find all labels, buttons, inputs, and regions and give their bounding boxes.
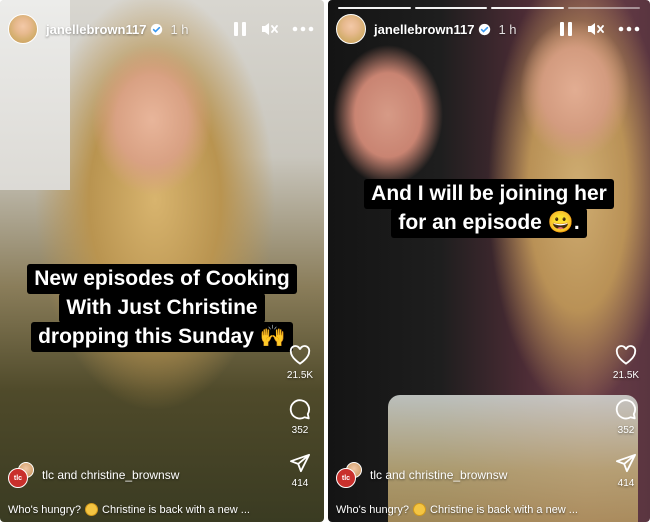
mute-icon[interactable] [260, 21, 278, 37]
heart-icon [289, 345, 311, 365]
description-start: Who's hungry? [8, 503, 82, 516]
smile-emoji-icon [85, 503, 99, 516]
collab-label[interactable]: tlc and christine_brownsw [370, 468, 507, 482]
heart-icon [615, 345, 637, 365]
post-time: 1 h [498, 21, 517, 37]
story-footer: tlc tlc and christine_brownsw Who's hung… [8, 462, 280, 516]
share-count: 414 [291, 478, 309, 489]
description-end[interactable]: Christine is back with a new ... [430, 504, 578, 516]
progress-segment [414, 7, 487, 9]
collab-avatar: tlc [8, 462, 34, 488]
smile-emoji-icon [413, 503, 427, 516]
story-video-left [0, 0, 324, 522]
story-description[interactable]: Who's hungry? Christine is back with a n… [8, 503, 280, 516]
mute-icon[interactable] [586, 21, 604, 37]
pause-icon[interactable] [560, 22, 572, 36]
like-button[interactable]: 21.5K [613, 345, 639, 381]
comment-button[interactable]: 352 [289, 398, 311, 436]
story-panel-right[interactable]: janellebrown117 1 h And I will be joinin… [328, 0, 650, 522]
story-video-right [328, 0, 650, 522]
action-bar: 21.5K 352 414 [282, 345, 318, 489]
share-count: 414 [617, 478, 635, 489]
story-caption: New episodes of Cooking With Just Christ… [0, 264, 324, 352]
story-panel-left[interactable]: janellebrown117 1 h New episodes of Cook… [0, 0, 324, 522]
story-footer: tlc tlc and christine_brownsw Who's hung… [336, 462, 606, 516]
share-icon [616, 453, 636, 473]
comment-icon [289, 399, 310, 420]
description-start: Who's hungry? [336, 503, 410, 516]
caption-line: dropping this Sunday 🙌 [31, 322, 293, 352]
caption-line: for an episode 😀. [391, 208, 587, 238]
story-header: janellebrown117 1 h [8, 14, 314, 44]
username[interactable]: janellebrown117 [46, 22, 146, 37]
pause-icon[interactable] [234, 22, 246, 36]
comment-count: 352 [617, 425, 635, 436]
collab-label[interactable]: tlc and christine_brownsw [42, 468, 179, 482]
collab-row[interactable]: tlc tlc and christine_brownsw [336, 462, 606, 488]
share-button[interactable]: 414 [615, 453, 637, 489]
post-time: 1 h [170, 21, 189, 37]
action-bar: 21.5K 352 414 [608, 345, 644, 489]
collab-row[interactable]: tlc tlc and christine_brownsw [8, 462, 280, 488]
comment-icon [615, 399, 636, 420]
share-icon [289, 453, 310, 473]
more-icon[interactable] [618, 26, 640, 32]
story-caption: And I will be joining her for an episode… [328, 179, 650, 238]
verified-icon [479, 23, 491, 35]
caption-line: New episodes of Cooking [27, 264, 297, 294]
progress-segment [491, 7, 564, 9]
description-end[interactable]: Christine is back with a new ... [102, 504, 250, 516]
story-header: janellebrown117 1 h [336, 14, 640, 44]
caption-line: With Just Christine [59, 293, 265, 323]
caption-line: And I will be joining her [364, 179, 614, 209]
comment-button[interactable]: 352 [615, 398, 637, 436]
story-description[interactable]: Who's hungry? Christine is back with a n… [336, 503, 606, 516]
like-button[interactable]: 21.5K [287, 345, 313, 381]
progress-segment [567, 7, 640, 9]
more-icon[interactable] [292, 26, 314, 32]
comment-count: 352 [291, 425, 309, 436]
progress-segment [338, 7, 411, 9]
collab-avatar: tlc [336, 462, 362, 488]
story-progress-bar [338, 7, 640, 9]
avatar[interactable] [336, 14, 366, 44]
share-button[interactable]: 414 [289, 453, 311, 489]
like-count: 21.5K [612, 370, 640, 381]
verified-icon [151, 23, 163, 35]
username[interactable]: janellebrown117 [374, 22, 474, 37]
avatar[interactable] [8, 14, 38, 44]
like-count: 21.5K [286, 370, 314, 381]
